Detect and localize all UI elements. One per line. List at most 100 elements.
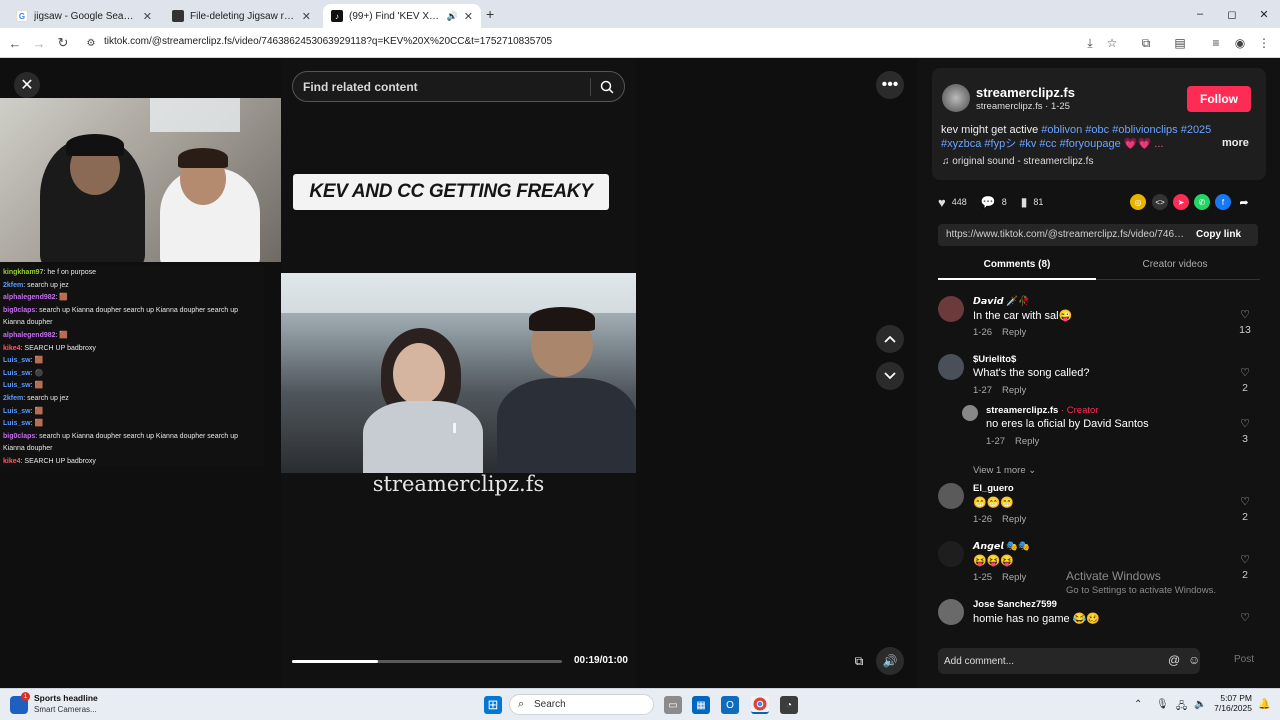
chat-username[interactable]: kike4 bbox=[3, 458, 21, 465]
chat-username[interactable]: alphalegend982 bbox=[3, 332, 56, 339]
close-tab-icon[interactable]: ✕ bbox=[302, 10, 311, 23]
follow-button[interactable]: Follow bbox=[1187, 86, 1251, 112]
install-app-icon[interactable]: ⤓ bbox=[1082, 35, 1098, 51]
minimize-button[interactable]: – bbox=[1184, 0, 1216, 28]
browser-tab-jigsaw[interactable]: File-deleting Jigsaw ransomwa ✕ bbox=[164, 4, 319, 28]
media-controls-icon[interactable]: ≡ bbox=[1208, 35, 1224, 51]
show-hidden-icons[interactable]: ⌃ bbox=[1134, 699, 1142, 710]
forward-arrow-icon[interactable]: → bbox=[30, 34, 48, 52]
extensions-icon[interactable]: ⧉ bbox=[1138, 35, 1154, 51]
reply-button[interactable]: Reply bbox=[1015, 436, 1039, 447]
chat-username[interactable]: 2kfem bbox=[3, 282, 23, 289]
like-heart-icon[interactable]: ♡ bbox=[1238, 495, 1252, 508]
facebook-icon[interactable]: f bbox=[1215, 194, 1231, 210]
search-icon[interactable] bbox=[596, 77, 618, 97]
chat-username[interactable]: Luis_sw bbox=[3, 408, 31, 415]
close-tab-icon[interactable]: ✕ bbox=[464, 10, 473, 23]
chat-username[interactable]: Luis_sw bbox=[3, 382, 31, 389]
view-more-replies[interactable]: View 1 more ⌄ bbox=[973, 465, 1036, 476]
share-friends-icon[interactable]: ◎ bbox=[1130, 194, 1146, 210]
browser-tab-google[interactable]: G jigsaw - Google Search ✕ bbox=[8, 4, 160, 28]
author-avatar[interactable] bbox=[942, 84, 970, 112]
chrome-icon[interactable] bbox=[751, 696, 769, 714]
chat-username[interactable]: big0claps bbox=[3, 307, 35, 314]
commenter-avatar[interactable] bbox=[938, 296, 964, 322]
reload-icon[interactable]: ↻ bbox=[54, 34, 72, 52]
mention-icon[interactable]: @ bbox=[1168, 653, 1180, 667]
site-info-icon[interactable]: ⚙ bbox=[82, 34, 100, 52]
previous-video-button[interactable] bbox=[876, 325, 904, 353]
microphone-icon[interactable]: 🎙 bbox=[1156, 699, 1169, 710]
browser-tab-tiktok[interactable]: ♪ (99+) Find 'KEV X CC' on Tik 🔊 ✕ bbox=[323, 4, 481, 28]
chat-username[interactable]: 2kfem bbox=[3, 395, 23, 402]
volume-icon[interactable]: 🔈 bbox=[1194, 699, 1206, 710]
commenter-avatar[interactable] bbox=[938, 354, 964, 380]
floating-player-button[interactable]: ⧉ bbox=[845, 647, 873, 675]
reply-button[interactable]: Reply bbox=[1002, 514, 1026, 525]
side-panel-icon[interactable]: ▤ bbox=[1172, 35, 1188, 51]
new-tab-button[interactable]: + bbox=[486, 6, 494, 22]
volume-button[interactable]: 🔊 bbox=[876, 647, 904, 675]
outlook-icon[interactable]: O bbox=[721, 696, 739, 714]
notification-bell-icon[interactable]: 🔔 bbox=[1258, 699, 1270, 710]
post-button[interactable]: Post bbox=[1234, 654, 1254, 665]
commenter-name[interactable]: 𝘼𝙣𝙜𝙚𝙡 🎭🎭 bbox=[973, 541, 1030, 552]
like-heart-icon[interactable]: ♡ bbox=[1238, 417, 1252, 430]
url-field[interactable]: tiktok.com/@streamerclipz.fs/video/74638… bbox=[104, 36, 552, 47]
news-headline[interactable]: Sports headline bbox=[34, 693, 98, 703]
more-options-button[interactable]: ••• bbox=[876, 71, 904, 99]
chat-username[interactable]: kingkham97 bbox=[3, 269, 43, 276]
like-heart-icon[interactable]: ♡ bbox=[1238, 308, 1252, 321]
like-heart-icon[interactable]: ♡ bbox=[1238, 366, 1252, 379]
system-clock[interactable]: 5:07 PM 7/16/2025 bbox=[1212, 693, 1252, 713]
speaker-icon[interactable]: 🔊 bbox=[447, 11, 458, 22]
commenter-name[interactable]: 𝘿𝙖𝙫𝙞𝙙 🗡️🥀 bbox=[973, 296, 1030, 307]
chat-username[interactable]: Luis_sw bbox=[3, 370, 31, 377]
emoji-icon[interactable]: ☺ bbox=[1188, 653, 1200, 667]
author-name[interactable]: streamerclipz.fs bbox=[976, 85, 1075, 100]
commenter-name[interactable]: $Urielito$ bbox=[973, 354, 1016, 365]
more-button[interactable]: more bbox=[1222, 137, 1249, 149]
commenter-avatar[interactable] bbox=[962, 405, 978, 421]
embed-icon[interactable]: <> bbox=[1152, 194, 1168, 210]
hashtags-line-2[interactable]: #xyzbca #fypシ #kv #cc #foryoupage bbox=[941, 138, 1121, 150]
chat-username[interactable]: alphalegend982 bbox=[3, 294, 56, 301]
commenter-avatar[interactable] bbox=[938, 599, 964, 625]
comment-action[interactable]: 💬 8 bbox=[981, 195, 1007, 209]
original-sound-link[interactable]: ♫ original sound - streamerclipz.fs bbox=[942, 156, 1093, 167]
tab-comments[interactable]: Comments (8) bbox=[938, 259, 1096, 270]
tab-creator-videos[interactable]: Creator videos bbox=[1096, 259, 1254, 270]
hashtags-line-1[interactable]: #oblivon #obc #oblivionclips #2025 bbox=[1041, 124, 1211, 136]
commenter-name[interactable]: streamerclipz.fs · Creator bbox=[986, 405, 1098, 416]
task-view-icon[interactable]: ▭ bbox=[664, 696, 682, 714]
back-arrow-icon[interactable]: ← bbox=[6, 34, 24, 52]
close-window-button[interactable]: ✕ bbox=[1248, 0, 1280, 28]
taskbar-search[interactable]: ⌕ Search bbox=[509, 694, 654, 715]
share-arrow-icon[interactable]: ➦ bbox=[1236, 194, 1252, 210]
like-heart-icon[interactable]: ♡ bbox=[1238, 553, 1252, 566]
windows-start-icon[interactable]: ⊞ bbox=[484, 696, 502, 714]
add-comment-input[interactable] bbox=[938, 648, 1200, 674]
reply-button[interactable]: Reply bbox=[1002, 385, 1026, 396]
reply-button[interactable]: Reply bbox=[1002, 327, 1026, 338]
commenter-avatar[interactable] bbox=[938, 483, 964, 509]
commenter-avatar[interactable] bbox=[938, 541, 964, 567]
app-icon[interactable]: ◔ bbox=[780, 696, 798, 714]
menu-kebab-icon[interactable]: ⋮ bbox=[1256, 35, 1272, 51]
video-progress-bar[interactable] bbox=[292, 660, 562, 663]
close-video-button[interactable]: ✕ bbox=[14, 72, 40, 98]
like-heart-icon[interactable]: ♡ bbox=[1238, 611, 1252, 624]
related-search-input[interactable] bbox=[303, 80, 573, 94]
bookmark-star-icon[interactable]: ☆ bbox=[1104, 35, 1120, 51]
chat-username[interactable]: Luis_sw bbox=[3, 357, 31, 364]
maximize-button[interactable]: ◻ bbox=[1216, 0, 1248, 28]
network-icon[interactable]: 🖧 bbox=[1176, 699, 1187, 716]
profile-icon[interactable]: ◉ bbox=[1232, 35, 1248, 51]
reply-button[interactable]: Reply bbox=[1002, 572, 1026, 583]
chat-username[interactable]: big0claps bbox=[3, 433, 35, 440]
send-icon[interactable]: ➤ bbox=[1173, 194, 1189, 210]
commenter-name[interactable]: El_guero bbox=[973, 483, 1014, 494]
chat-username[interactable]: Luis_sw bbox=[3, 420, 31, 427]
whatsapp-icon[interactable]: ✆ bbox=[1194, 194, 1210, 210]
store-icon[interactable]: ▦ bbox=[692, 696, 710, 714]
